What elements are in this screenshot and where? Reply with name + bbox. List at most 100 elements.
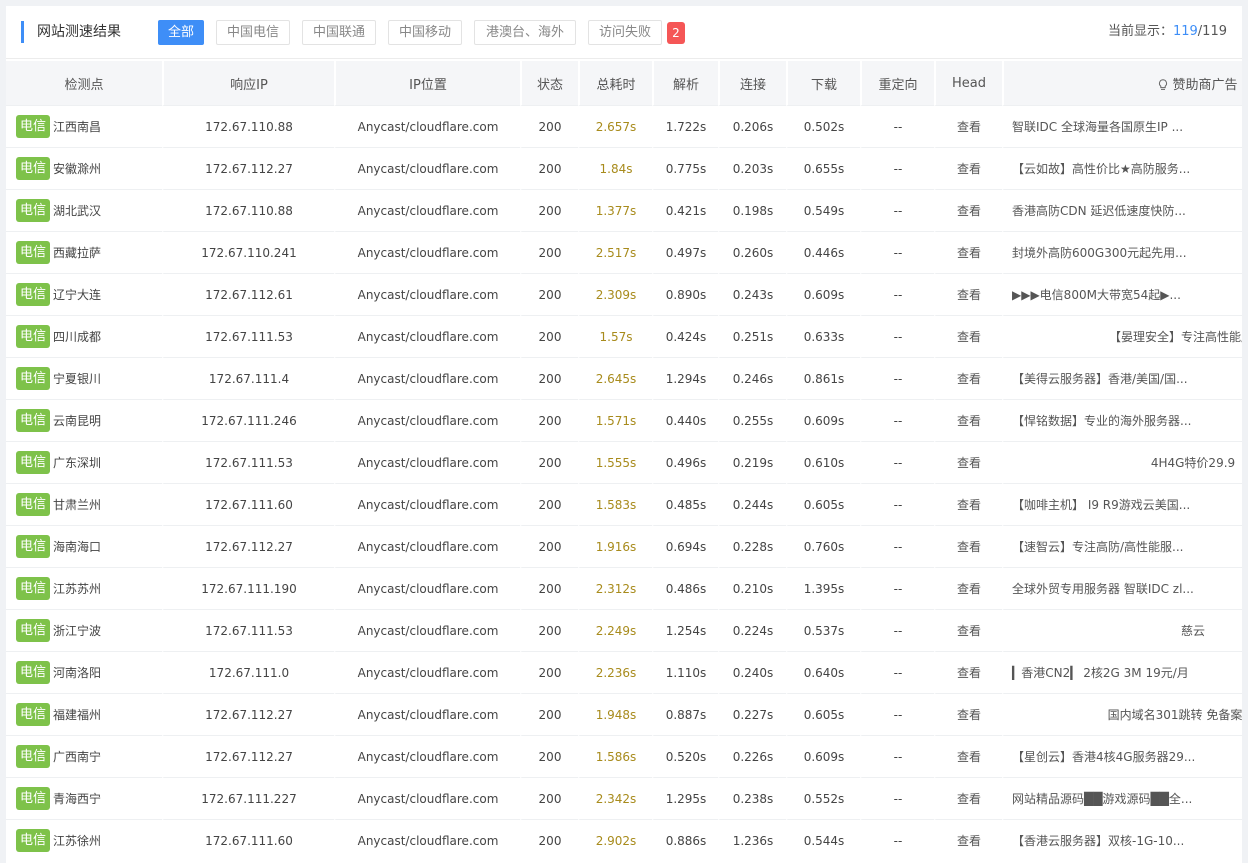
cell-ip: 172.67.111.246 xyxy=(162,399,334,441)
sponsor-ad-link[interactable]: ▶▶▶电信800M大带宽54起▶... xyxy=(1002,273,1242,315)
view-head-link[interactable]: 查看 xyxy=(934,189,1002,231)
view-head-link[interactable]: 查看 xyxy=(934,693,1002,735)
sponsor-ad-link[interactable]: ▎香港CN2▎ 2核2G 3M 19元/月 xyxy=(1002,651,1242,693)
cell-ip-location: Anycast/cloudflare.com xyxy=(334,819,520,861)
view-head-link[interactable]: 查看 xyxy=(934,525,1002,567)
sponsor-ad-link[interactable]: 【晏理安全】专注高性能服务器 xyxy=(1002,315,1242,357)
view-head-link[interactable]: 查看 xyxy=(934,231,1002,273)
cell-redirect: -- xyxy=(860,231,934,273)
table-row: 电信 河南洛阳 172.67.111.0 Anycast/cloudflare.com… xyxy=(6,651,1242,693)
cell-status: 200 xyxy=(520,273,578,315)
node-location: 宁夏银川 xyxy=(53,372,102,386)
cell-status: 200 xyxy=(520,441,578,483)
table-row: 电信 云南昆明 172.67.111.246 Anycast/cloudflare.c… xyxy=(6,399,1242,441)
view-head-link[interactable]: 查看 xyxy=(934,147,1002,189)
cell-redirect: -- xyxy=(860,147,934,189)
cell-total-time: 2.309s xyxy=(578,273,652,315)
cell-ip: 172.67.112.61 xyxy=(162,273,334,315)
cell-ip-location: Anycast/cloudflare.com xyxy=(334,525,520,567)
cell-node: 电信 河南洛阳 xyxy=(6,651,162,693)
sponsor-ad-link[interactable]: 【美得云服务器】香港/美国/国... xyxy=(1002,357,1242,399)
sponsor-ad-link[interactable]: 网站精品源码██游戏源码██全... xyxy=(1002,777,1242,819)
page-title: 网站测速结果 xyxy=(37,24,121,40)
cell-ip-location: Anycast/cloudflare.com xyxy=(334,105,520,147)
cell-ip-location: Anycast/cloudflare.com xyxy=(334,609,520,651)
cell-ip-location: Anycast/cloudflare.com xyxy=(334,651,520,693)
cell-dns: 0.424s xyxy=(652,315,718,357)
cell-dns: 0.775s xyxy=(652,147,718,189)
sponsor-ad-link[interactable]: 【香港云服务器】双核-1G-10... xyxy=(1002,819,1242,861)
view-head-link[interactable]: 查看 xyxy=(934,441,1002,483)
view-head-link[interactable]: 查看 xyxy=(934,777,1002,819)
filter-telecom-button[interactable]: 中国电信 xyxy=(216,20,290,45)
sponsor-ad-link[interactable]: 香港高防CDN 延迟低速度快防... xyxy=(1002,189,1242,231)
view-head-link[interactable]: 查看 xyxy=(934,483,1002,525)
display-label: 当前显示： xyxy=(1107,24,1173,39)
col-header-connect: 连接 xyxy=(718,61,786,105)
sponsor-ad-link[interactable]: 4H4G特价29.9 xyxy=(1002,441,1242,483)
view-head-link[interactable]: 查看 xyxy=(934,399,1002,441)
sponsor-ad-link[interactable]: 【速智云】专注高防/高性能服... xyxy=(1002,525,1242,567)
isp-badge: 电信 xyxy=(16,451,50,474)
cell-dns: 0.890s xyxy=(652,273,718,315)
filter-overseas-button[interactable]: 港澳台、海外 xyxy=(474,20,576,45)
view-head-link[interactable]: 查看 xyxy=(934,315,1002,357)
view-head-link[interactable]: 查看 xyxy=(934,273,1002,315)
filter-mobile-button[interactable]: 中国移动 xyxy=(388,20,462,45)
filter-failed-button[interactable]: 访问失败 xyxy=(588,20,662,45)
cell-status: 200 xyxy=(520,315,578,357)
sponsor-ad-link[interactable]: 【咖啡主机】 I9 R9游戏云美国... xyxy=(1002,483,1242,525)
cell-status: 200 xyxy=(520,651,578,693)
cell-download: 0.605s xyxy=(786,693,860,735)
view-head-link[interactable]: 查看 xyxy=(934,735,1002,777)
sponsor-ad-link[interactable]: 国内域名301跳转 免备案服务器 xyxy=(1002,693,1242,735)
cell-ip-location: Anycast/cloudflare.com xyxy=(334,273,520,315)
cell-status: 200 xyxy=(520,819,578,861)
cell-dns: 1.722s xyxy=(652,105,718,147)
view-head-link[interactable]: 查看 xyxy=(934,651,1002,693)
cell-status: 200 xyxy=(520,105,578,147)
table-row: 电信 江西南昌 172.67.110.88 Anycast/cloudflare.co… xyxy=(6,105,1242,147)
sponsor-ad-link[interactable]: 封境外高防600G300元起先用... xyxy=(1002,231,1242,273)
sponsor-ad-link[interactable]: 【云如故】高性价比★高防服务... xyxy=(1002,147,1242,189)
display-total: 119 xyxy=(1202,24,1227,39)
cell-node: 电信 青海西宁 xyxy=(6,777,162,819)
cell-total-time: 2.342s xyxy=(578,777,652,819)
filter-unicom-button[interactable]: 中国联通 xyxy=(302,20,376,45)
cell-redirect: -- xyxy=(860,567,934,609)
isp-badge: 电信 xyxy=(16,325,50,348)
cell-ip-location: Anycast/cloudflare.com xyxy=(334,315,520,357)
view-head-link[interactable]: 查看 xyxy=(934,609,1002,651)
cell-connect: 0.219s xyxy=(718,441,786,483)
failed-count-badge: 2 xyxy=(667,22,685,44)
cell-total-time: 1.583s xyxy=(578,483,652,525)
isp-badge: 电信 xyxy=(16,577,50,600)
cell-connect: 0.246s xyxy=(718,357,786,399)
sponsor-header-label: 赞助商广告 xyxy=(1172,77,1238,93)
filter-all-button[interactable]: 全部 xyxy=(158,20,204,45)
cell-status: 200 xyxy=(520,357,578,399)
sponsor-ad-link[interactable]: 【悍铭数据】专业的海外服务器... xyxy=(1002,399,1242,441)
cell-ip-location: Anycast/cloudflare.com xyxy=(334,693,520,735)
table-row: 电信 海南海口 172.67.112.27 Anycast/cloudflare.co… xyxy=(6,525,1242,567)
cell-total-time: 1.84s xyxy=(578,147,652,189)
view-head-link[interactable]: 查看 xyxy=(934,105,1002,147)
cell-total-time: 1.948s xyxy=(578,693,652,735)
sponsor-ad-link[interactable]: 全球外贸专用服务器 智联IDC zl... xyxy=(1002,567,1242,609)
cell-total-time: 2.645s xyxy=(578,357,652,399)
table-row: 电信 宁夏银川 172.67.111.4 Anycast/cloudflare.com… xyxy=(6,357,1242,399)
view-head-link[interactable]: 查看 xyxy=(934,567,1002,609)
sponsor-ad-link[interactable]: 慈云 xyxy=(1002,609,1242,651)
view-head-link[interactable]: 查看 xyxy=(934,819,1002,861)
node-location: 福建福州 xyxy=(53,708,102,722)
node-location: 湖北武汉 xyxy=(53,204,102,218)
cell-node: 电信 湖北武汉 xyxy=(6,189,162,231)
node-location: 广东深圳 xyxy=(53,456,102,470)
node-location: 江苏徐州 xyxy=(53,834,102,848)
sponsor-ad-link[interactable]: 智联IDC 全球海量各国原生IP ... xyxy=(1002,105,1242,147)
sponsor-ad-link[interactable]: 【星创云】香港4核4G服务器29... xyxy=(1002,735,1242,777)
cell-ip-location: Anycast/cloudflare.com xyxy=(334,399,520,441)
cell-download: 0.640s xyxy=(786,651,860,693)
isp-badge: 电信 xyxy=(16,409,50,432)
view-head-link[interactable]: 查看 xyxy=(934,357,1002,399)
